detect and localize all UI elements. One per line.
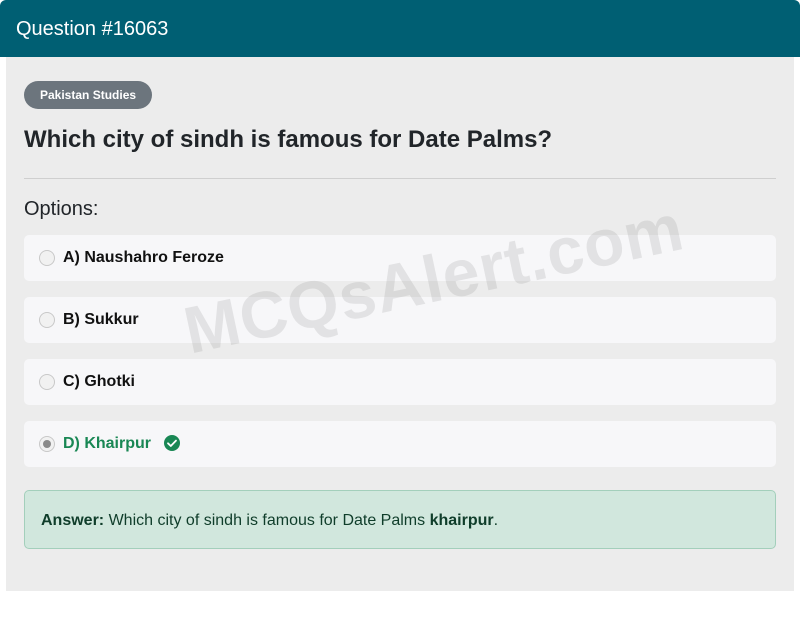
radio-button[interactable] [39,312,55,328]
card-body: Pakistan Studies Which city of sindh is … [6,57,794,591]
option-label: B) Sukkur [63,311,139,328]
option-label: D) Khairpur [63,435,151,452]
option-a[interactable]: A) Naushahro Feroze [24,235,776,281]
card-header: Question #16063 [0,0,800,57]
question-number: Question #16063 [16,18,169,40]
answer-text: Answer: Which city of sindh is famous fo… [41,511,498,531]
question-card: Question #16063 Pakistan Studies Which c… [0,0,800,596]
radio-button-selected[interactable] [39,436,55,452]
options-heading: Options: [24,198,99,220]
question-text: Which city of sindh is famous for Date P… [24,126,553,153]
divider [24,178,776,179]
option-label: A) Naushahro Feroze [63,249,224,266]
option-b[interactable]: B) Sukkur [24,297,776,343]
answer-suffix: . [493,512,499,529]
check-circle-icon [164,435,180,451]
option-d[interactable]: D) Khairpur [24,421,776,467]
option-label: C) Ghotki [63,373,135,390]
answer-highlight: khairpur [429,512,494,529]
answer-box: Answer: Which city of sindh is famous fo… [24,490,776,549]
category-badge[interactable]: Pakistan Studies [24,81,153,109]
answer-prefix: Answer: [41,512,105,529]
radio-button[interactable] [39,250,55,266]
radio-button[interactable] [39,374,55,390]
option-c[interactable]: C) Ghotki [24,359,776,405]
answer-sentence: Which city of sindh is famous for Date P… [108,512,426,529]
